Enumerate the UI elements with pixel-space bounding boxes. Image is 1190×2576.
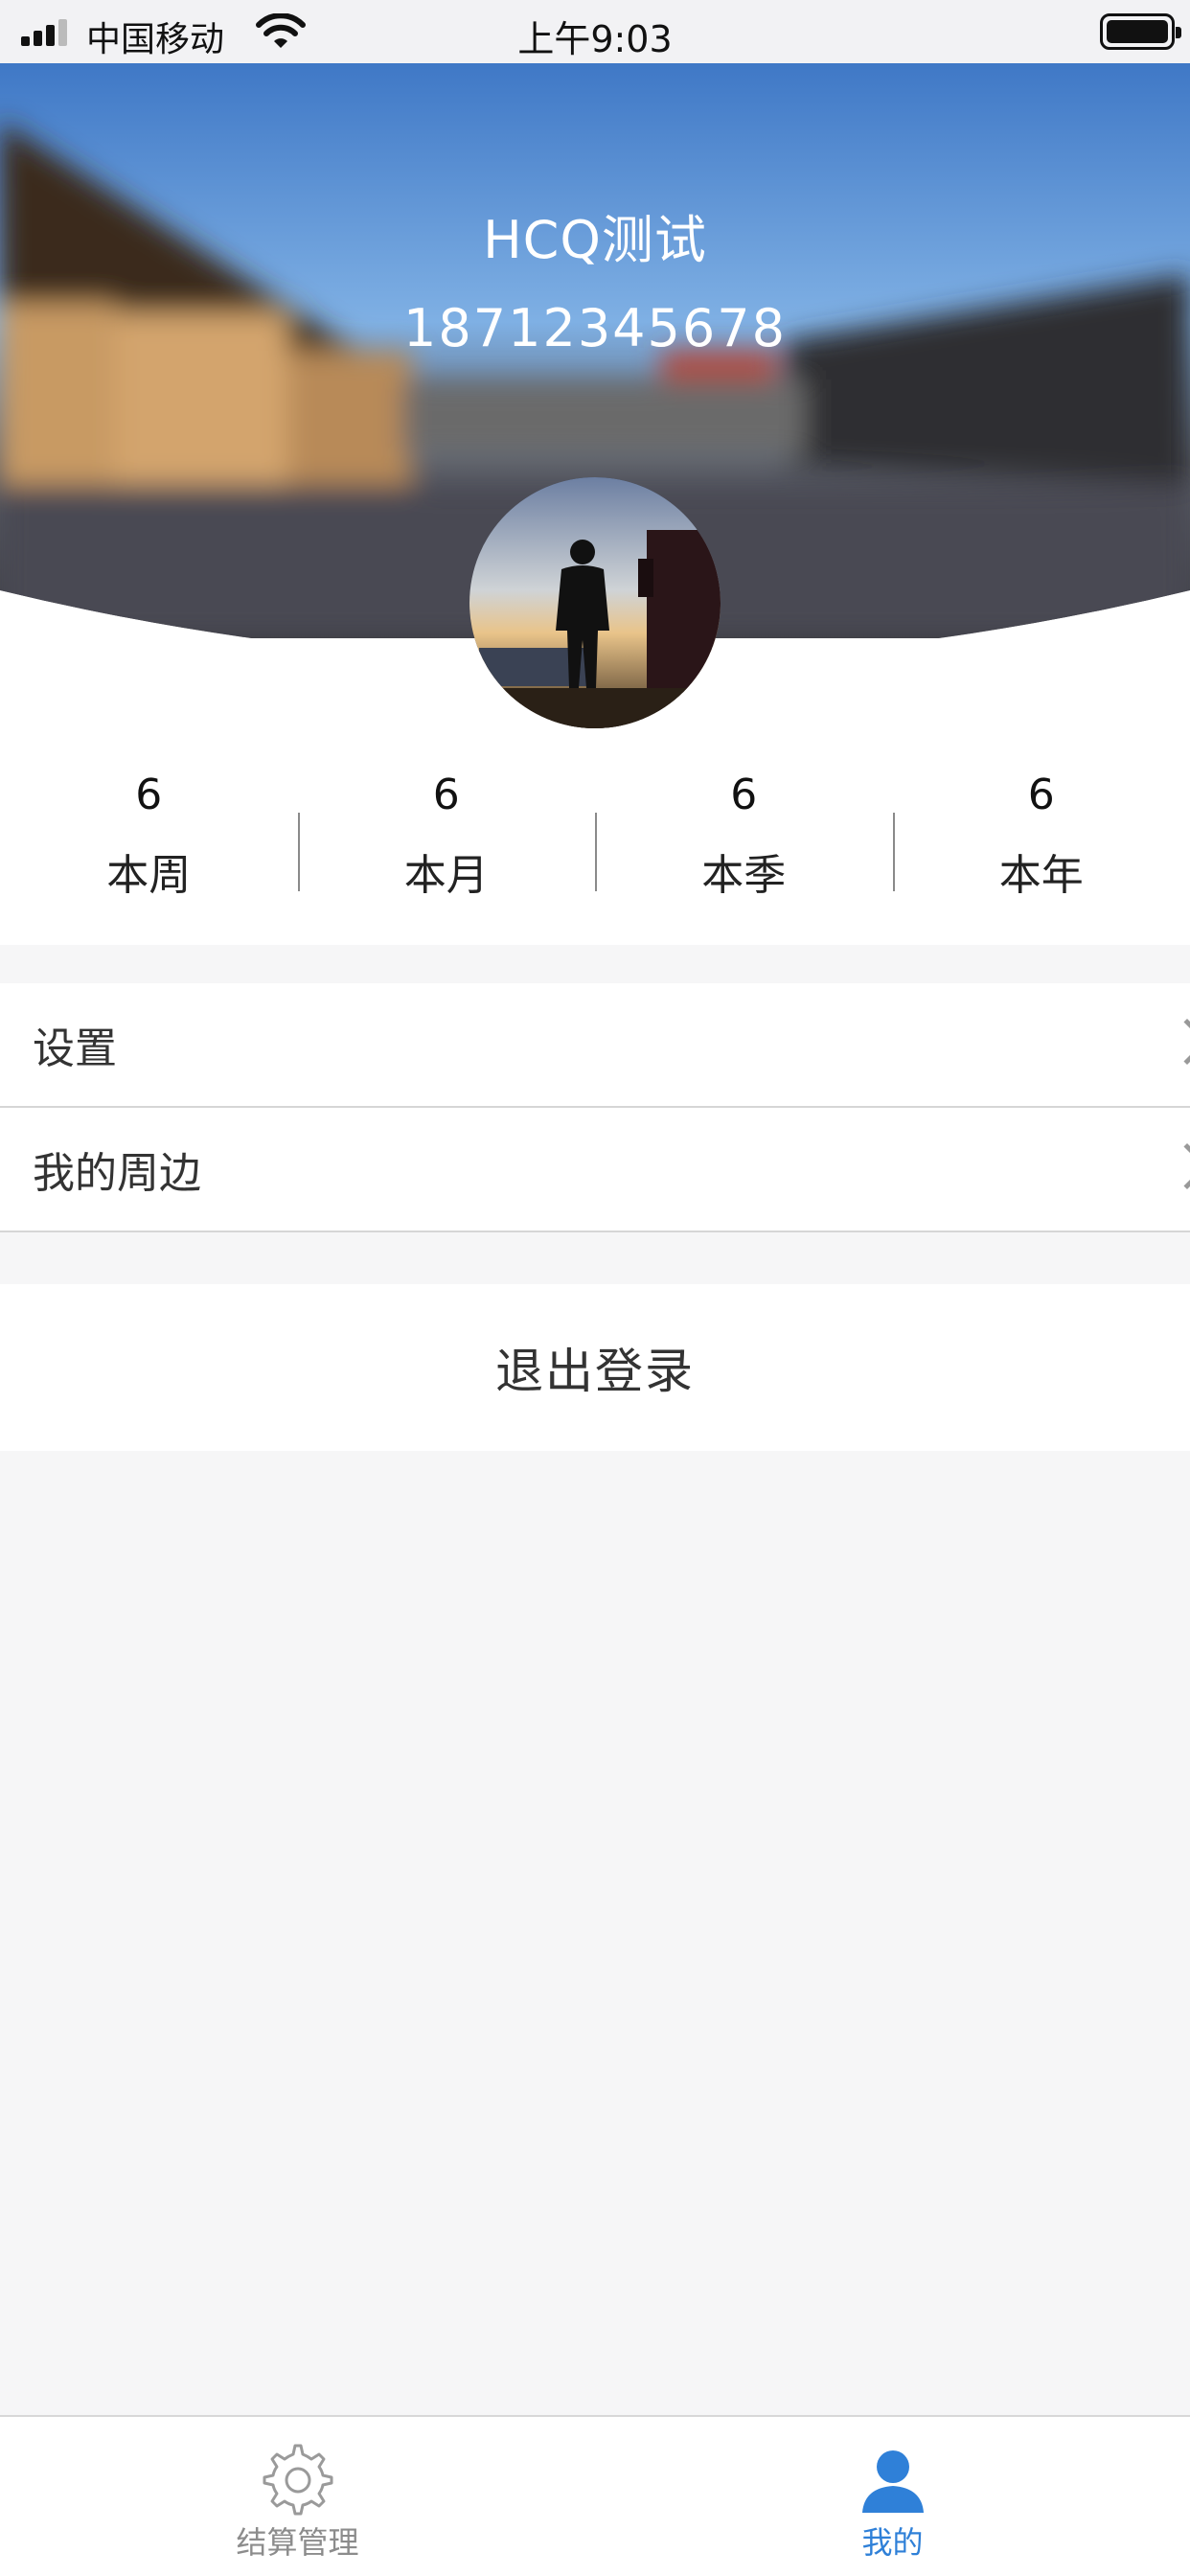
- user-icon: [861, 2450, 924, 2513]
- gear-icon: [263, 2444, 332, 2516]
- stat-value: 6: [730, 770, 758, 819]
- profile-header: HCQ测试 18712345678 6 本周 6 本月 6 本季 6 本年: [0, 63, 1190, 945]
- menu-item-nearby[interactable]: 我的周边: [0, 1108, 1190, 1232]
- status-time: 上午9:03: [517, 18, 673, 60]
- tab-settlement[interactable]: 结算管理: [0, 2417, 595, 2576]
- statistics-row: 6 本周 6 本月 6 本季 6 本年: [0, 753, 1190, 945]
- stat-value: 6: [135, 770, 163, 819]
- stat-value: 6: [1027, 770, 1055, 819]
- stat-month[interactable]: 6 本月: [297, 753, 596, 945]
- chevron-right-icon: [1163, 1142, 1190, 1190]
- stat-label: 本季: [701, 851, 787, 900]
- stat-label: 本月: [403, 851, 489, 900]
- tab-label: 我的: [861, 2524, 924, 2561]
- tab-mine[interactable]: 我的: [595, 2417, 1190, 2576]
- chevron-right-icon: [1163, 1018, 1190, 1066]
- stat-year[interactable]: 6 本年: [892, 753, 1190, 945]
- stat-label: 本年: [998, 851, 1084, 900]
- driver-silhouette-avatar: [469, 477, 721, 728]
- user-phone: 18712345678: [403, 298, 787, 358]
- user-avatar[interactable]: [469, 477, 721, 728]
- menu-item-label: 我的周边: [33, 1149, 201, 1198]
- tab-label: 结算管理: [236, 2524, 359, 2561]
- stat-week[interactable]: 6 本周: [0, 753, 298, 945]
- menu-item-label: 设置: [33, 1024, 117, 1073]
- stat-quarter[interactable]: 6 本季: [595, 753, 893, 945]
- settings-menu: 设置 我的周边: [0, 983, 1190, 1232]
- user-name: HCQ测试: [483, 210, 707, 270]
- logout-label: 退出登录: [495, 1344, 695, 1399]
- bottom-tab-bar: 结算管理 我的: [0, 2415, 1190, 2576]
- battery-icon: [1100, 13, 1181, 50]
- logout-button[interactable]: 退出登录: [0, 1284, 1190, 1451]
- menu-item-settings[interactable]: 设置: [0, 983, 1190, 1108]
- stat-label: 本周: [106, 851, 192, 900]
- status-bar: 中国移动 上午9:03: [0, 0, 1190, 63]
- stat-value: 6: [432, 770, 460, 819]
